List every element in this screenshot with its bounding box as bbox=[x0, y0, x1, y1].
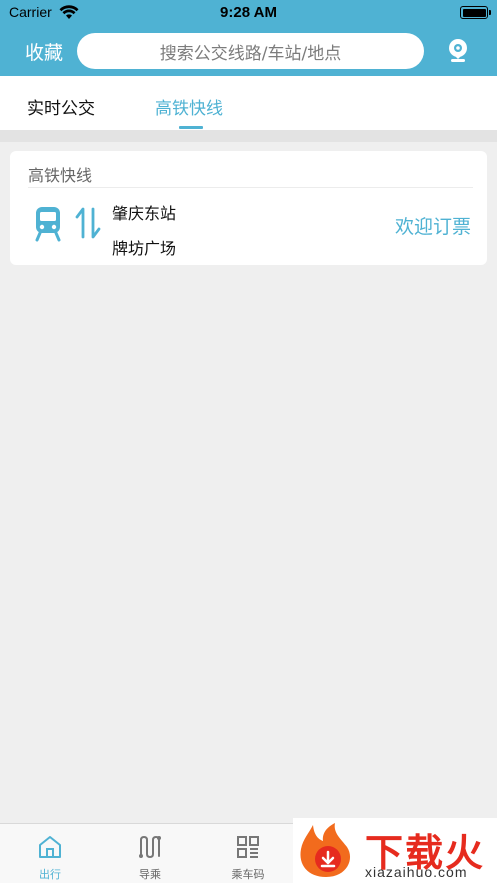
nav-item-travel[interactable]: 出行 bbox=[0, 824, 100, 883]
top-bar: Carrier 9:28 AM 收藏 搜索公交线路/车站/地点 bbox=[0, 0, 497, 76]
nav-item-ride-code[interactable]: 乘车码 bbox=[198, 824, 298, 883]
nav-item-guide[interactable]: 导乘 bbox=[100, 824, 200, 883]
flame-logo-icon bbox=[300, 823, 351, 877]
book-ticket-button[interactable]: 欢迎订票 bbox=[395, 212, 471, 239]
nav-label: 出行 bbox=[39, 868, 61, 881]
qr-code-icon bbox=[237, 836, 259, 858]
tab-high-speed-express[interactable]: 高铁快线 bbox=[155, 94, 223, 119]
search-input[interactable]: 搜索公交线路/车站/地点 bbox=[77, 33, 424, 69]
watermark-url: xiazaihuo.com bbox=[365, 864, 468, 880]
tab-bar: 实时公交 高铁快线 bbox=[0, 76, 497, 130]
section-divider bbox=[0, 130, 497, 142]
location-pin-icon[interactable] bbox=[447, 38, 469, 64]
status-bar: Carrier 9:28 AM bbox=[0, 0, 497, 26]
bus-icon bbox=[35, 207, 61, 242]
nav-label: 乘车码 bbox=[231, 868, 265, 881]
active-tab-indicator bbox=[179, 126, 203, 129]
search-placeholder: 搜索公交线路/车站/地点 bbox=[159, 43, 342, 64]
battery-icon bbox=[460, 6, 491, 19]
home-icon bbox=[39, 836, 61, 858]
route-icon bbox=[139, 835, 161, 859]
clock: 9:28 AM bbox=[220, 4, 277, 21]
card-divider bbox=[28, 187, 473, 188]
favorites-button[interactable]: 收藏 bbox=[25, 38, 63, 65]
to-stop: 牌坊广场 bbox=[112, 239, 177, 258]
route-card[interactable]: 高铁快线 肇庆东站 牌坊广场 欢迎订票 bbox=[10, 151, 487, 265]
nav-label: 导乘 bbox=[139, 868, 161, 881]
card-title: 高铁快线 bbox=[28, 166, 93, 185]
from-stop: 肇庆东站 bbox=[112, 204, 177, 223]
watermark: 下载火 xiazaihuo.com bbox=[293, 818, 497, 883]
swap-arrows-icon[interactable] bbox=[74, 205, 102, 241]
tab-realtime-bus[interactable]: 实时公交 bbox=[27, 94, 95, 119]
